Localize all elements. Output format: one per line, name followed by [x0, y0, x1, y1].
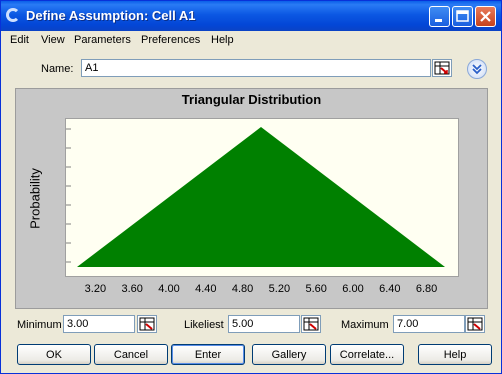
title-bar[interactable]: Define Assumption: Cell A1: [1, 1, 501, 31]
define-assumption-dialog: Define Assumption: Cell A1 Edit View Par…: [0, 0, 502, 374]
cancel-button[interactable]: Cancel: [94, 344, 168, 365]
x-tick-label: 6.80: [415, 283, 438, 295]
minimum-cell-select-button[interactable]: [137, 315, 157, 333]
y-axis-label: Probability: [27, 168, 43, 229]
double-chevron-down-icon: [472, 64, 482, 75]
gallery-button[interactable]: Gallery: [252, 344, 326, 365]
app-logo-icon: [6, 8, 20, 22]
menu-view[interactable]: View: [41, 34, 65, 46]
minimum-label: Minimum: [17, 319, 62, 331]
minimize-icon: [435, 19, 442, 22]
x-tick-label: 5.20: [268, 283, 291, 295]
cell-reference-icon: [434, 61, 450, 75]
chart-title: Triangular Distribution: [181, 92, 322, 107]
plot-svg: [66, 127, 445, 267]
x-tick-label: 4.00: [158, 283, 180, 295]
x-tick-label: 5.60: [305, 283, 327, 295]
cell-reference-icon: [139, 317, 155, 331]
plot-area[interactable]: [65, 118, 459, 277]
close-icon: [480, 11, 491, 22]
distribution-area: [77, 127, 445, 267]
distribution-chart: Triangular Distribution Probability 3.20…: [15, 88, 488, 309]
x-tick-label: 3.60: [121, 283, 143, 295]
menu-help[interactable]: Help: [211, 34, 234, 46]
cell-reference-icon: [467, 317, 483, 331]
name-field[interactable]: [81, 59, 431, 77]
name-label: Name:: [41, 63, 74, 75]
x-tick-label: 6.40: [379, 283, 401, 295]
expand-button[interactable]: [467, 59, 487, 79]
x-tick-label: 3.20: [84, 283, 107, 295]
maximize-icon: [456, 10, 469, 22]
menu-preferences[interactable]: Preferences: [141, 34, 200, 46]
correlate-button[interactable]: Correlate...: [330, 344, 404, 365]
maximum-field[interactable]: [393, 315, 465, 333]
x-tick-label: 4.40: [195, 283, 217, 295]
minimum-field[interactable]: [63, 315, 135, 333]
x-tick-label: 6.00: [342, 283, 364, 295]
menu-parameters[interactable]: Parameters: [74, 34, 131, 46]
maximize-button[interactable]: [452, 6, 473, 27]
likeliest-cell-select-button[interactable]: [301, 315, 321, 333]
cell-reference-icon: [303, 317, 319, 331]
menu-bar: Edit View Parameters Preferences Help: [1, 31, 501, 50]
likeliest-label: Likeliest: [184, 319, 224, 331]
enter-button[interactable]: Enter: [171, 344, 245, 365]
window-title: Define Assumption: Cell A1: [26, 8, 196, 23]
maximum-label: Maximum: [341, 319, 389, 331]
help-button[interactable]: Help: [418, 344, 492, 365]
name-cell-select-button[interactable]: [432, 59, 452, 77]
close-button[interactable]: [475, 6, 496, 27]
ok-button[interactable]: OK: [17, 344, 91, 365]
y-axis-ticks: [66, 128, 71, 263]
x-tick-label: 4.80: [231, 283, 254, 295]
likeliest-field[interactable]: [228, 315, 300, 333]
minimize-button[interactable]: [429, 6, 450, 27]
maximum-cell-select-button[interactable]: [465, 315, 485, 333]
menu-edit[interactable]: Edit: [10, 34, 29, 46]
